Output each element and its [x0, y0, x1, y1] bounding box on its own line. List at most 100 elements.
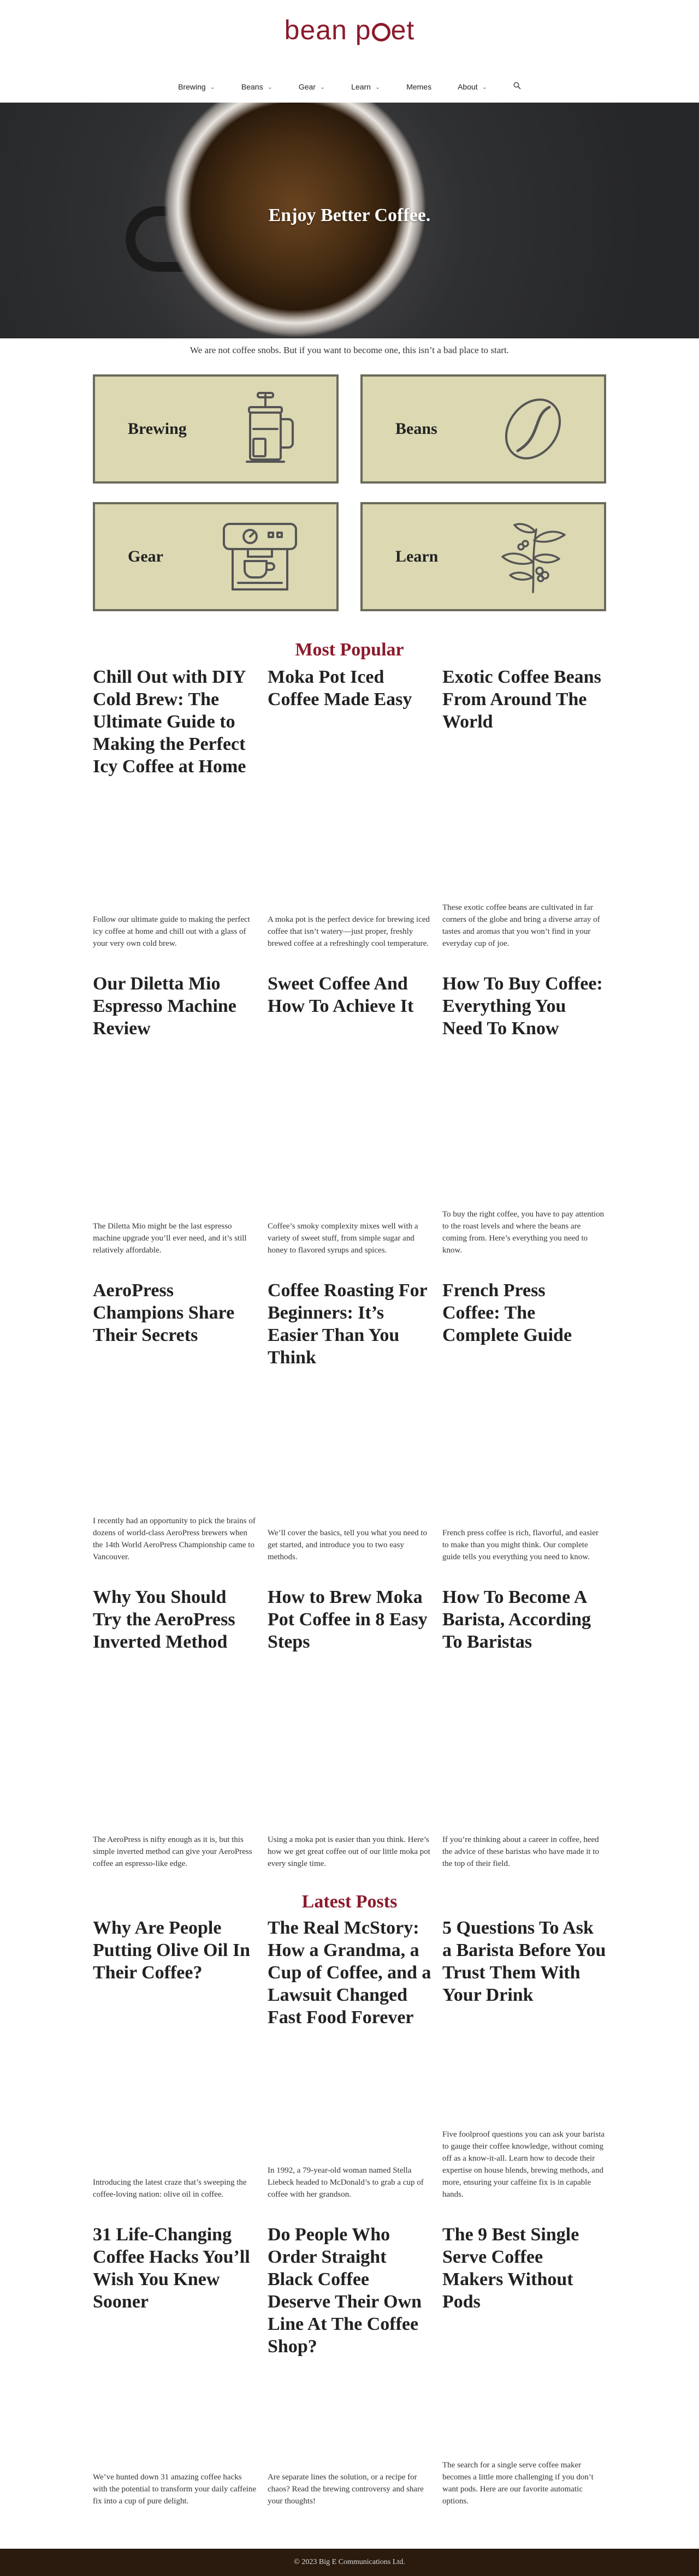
post-title-link[interactable]: Why Are People Putting Olive Oil In Thei… — [93, 1916, 257, 1984]
post-title-link[interactable]: Why You Should Try the AeroPress Inverte… — [93, 1585, 257, 1653]
post-excerpt: The AeroPress is nifty enough as it is, … — [93, 1835, 252, 1868]
hero-banner: Enjoy Better Coffee. — [0, 103, 699, 338]
post-excerpt: Coffee’s smoky complexity mixes well wit… — [268, 1222, 418, 1255]
post-excerpt: If you’re thinking about a career in cof… — [442, 1835, 599, 1868]
logo-text-right: et — [390, 15, 415, 45]
post-title-link[interactable]: French Press Coffee: The Complete Guide — [442, 1278, 606, 1346]
post-card: How To Become A Barista, According To Ba… — [442, 1585, 606, 1892]
post-title-link[interactable]: How to Brew Moka Pot Coffee in 8 Easy St… — [268, 1585, 431, 1653]
copyright-text: © 2023 Big E Communications Ltd. — [294, 2558, 405, 2566]
nav-item-label: Learn — [351, 82, 371, 91]
post-excerpt: I recently had an opportunity to pick th… — [93, 1517, 256, 1561]
chevron-down-icon: ⌄ — [319, 84, 325, 91]
most-popular-title: Most Popular — [295, 640, 404, 660]
post-card-spacer — [442, 2006, 606, 2128]
post-card: French Press Coffee: The Complete Guide F… — [442, 1278, 606, 1585]
post-card: Our Diletta Mio Espresso Machine Review T… — [93, 971, 257, 1278]
post-title-link[interactable]: Coffee Roasting For Beginners: It’s Easi… — [268, 1278, 431, 1369]
post-card-spacer — [268, 711, 431, 914]
post-title-link[interactable]: 31 Life-Changing Coffee Hacks You’ll Wis… — [93, 2222, 257, 2313]
post-card-spacer — [442, 1653, 606, 1834]
post-card: The 9 Best Single Serve Coffee Makers Wi… — [442, 2222, 606, 2529]
search-icon[interactable] — [500, 82, 534, 92]
tile-label: Brewing — [128, 420, 187, 438]
tile-beans[interactable]: Beans — [360, 374, 606, 484]
category-tiles: Brewing Beans Gear Learn — [93, 374, 606, 611]
post-card: Sweet Coffee And How To Achieve It Coffee… — [268, 971, 431, 1278]
post-card: Chill Out with DIY Cold Brew: The Ultima… — [93, 665, 257, 971]
chevron-down-icon: ⌄ — [375, 84, 381, 91]
post-card-spacer — [93, 2313, 257, 2471]
coffee-plant-icon — [501, 523, 566, 593]
post-card-spacer — [268, 1653, 431, 1834]
most-popular-grid: Chill Out with DIY Cold Brew: The Ultima… — [93, 665, 606, 1892]
post-excerpt: The search for a single serve coffee mak… — [442, 2461, 594, 2506]
tile-label: Gear — [128, 547, 163, 565]
post-card: The Real McStory: How a Grandma, a Cup o… — [268, 1916, 431, 2222]
nav-item-label: Memes — [406, 82, 432, 91]
post-title-link[interactable]: How To Become A Barista, According To Ba… — [442, 1585, 606, 1653]
post-card-spacer — [268, 1369, 431, 1527]
post-card: Exotic Coffee Beans From Around The Worl… — [442, 665, 606, 971]
post-card: How to Brew Moka Pot Coffee in 8 Easy St… — [268, 1585, 431, 1892]
espresso-machine-icon — [223, 523, 297, 591]
post-title-link[interactable]: AeroPress Champions Share Their Secrets — [93, 1278, 257, 1346]
post-excerpt: French press coffee is rich, flavorful, … — [442, 1529, 599, 1561]
nav-item-brewing[interactable]: Brewing ⌄ — [165, 82, 228, 91]
nav-item-learn[interactable]: Learn ⌄ — [338, 82, 393, 91]
nav-item-label: Brewing — [178, 82, 206, 91]
nav-item-memes[interactable]: Memes — [393, 82, 445, 91]
chevron-down-icon: ⌄ — [210, 84, 215, 91]
logo-coffee-ring-icon — [371, 23, 390, 41]
post-title-link[interactable]: Chill Out with DIY Cold Brew: The Ultima… — [93, 665, 257, 778]
site-logo[interactable]: bean p et — [285, 16, 415, 44]
post-title-link[interactable]: The Real McStory: How a Grandma, a Cup o… — [268, 1916, 431, 2029]
post-card-spacer — [442, 1040, 606, 1208]
post-title-link[interactable]: Our Diletta Mio Espresso Machine Review — [93, 971, 257, 1040]
post-excerpt: Five foolproof questions you can ask you… — [442, 2130, 605, 2199]
post-card-spacer — [93, 1984, 257, 2177]
post-excerpt: We’ve hunted down 31 amazing coffee hack… — [93, 2473, 257, 2506]
post-excerpt: A moka pot is the perfect device for bre… — [268, 915, 430, 948]
post-card: How To Buy Coffee: Everything You Need T… — [442, 971, 606, 1278]
tile-label: Learn — [395, 547, 439, 565]
post-title-link[interactable]: Sweet Coffee And How To Achieve It — [268, 971, 431, 1017]
post-title-link[interactable]: The 9 Best Single Serve Coffee Makers Wi… — [442, 2222, 606, 2313]
tile-label: Beans — [395, 420, 437, 438]
post-card-spacer — [93, 1653, 257, 1834]
post-card: Why You Should Try the AeroPress Inverte… — [93, 1585, 257, 1892]
post-excerpt: Are separate lines the solution, or a re… — [268, 2473, 424, 2506]
nav-item-beans[interactable]: Beans ⌄ — [228, 82, 286, 91]
post-excerpt: In 1992, a 79-year-old woman named Stell… — [268, 2166, 424, 2199]
post-card-spacer — [268, 1017, 431, 1220]
tile-gear[interactable]: Gear — [93, 502, 339, 611]
post-card: Moka Pot Iced Coffee Made Easy A moka pot… — [268, 665, 431, 971]
nav-item-gear[interactable]: Gear ⌄ — [286, 82, 338, 91]
post-title-link[interactable]: Do People Who Order Straight Black Coffe… — [268, 2222, 431, 2358]
tile-brewing[interactable]: Brewing — [93, 374, 339, 484]
post-card: Why Are People Putting Olive Oil In Thei… — [93, 1916, 257, 2222]
nav-item-label: About — [458, 82, 478, 91]
post-excerpt: The Diletta Mio might be the last espres… — [93, 1222, 247, 1255]
post-title-link[interactable]: Moka Pot Iced Coffee Made Easy — [268, 665, 431, 711]
tile-learn[interactable]: Learn — [360, 502, 606, 611]
post-card-spacer — [268, 2358, 431, 2471]
post-card-spacer — [93, 778, 257, 914]
coffee-bean-icon — [505, 398, 561, 460]
tagline: We are not coffee snobs. But if you want… — [190, 345, 509, 355]
nav-item-label: Beans — [241, 82, 263, 91]
post-title-link[interactable]: Exotic Coffee Beans From Around The Worl… — [442, 665, 606, 733]
post-title-link[interactable]: How To Buy Coffee: Everything You Need T… — [442, 971, 606, 1040]
nav-item-about[interactable]: About ⌄ — [445, 82, 500, 91]
post-title-link[interactable]: 5 Questions To Ask a Barista Before You … — [442, 1916, 606, 2006]
main-nav: Brewing ⌄ Beans ⌄ Gear ⌄ Learn ⌄ Memes About… — [0, 71, 699, 103]
latest-posts-title: Latest Posts — [301, 1892, 398, 1912]
post-card: Coffee Roasting For Beginners: It’s Easi… — [268, 1278, 431, 1585]
post-card-spacer — [442, 2313, 606, 2459]
site-header: bean p et — [0, 0, 699, 71]
post-card-spacer — [268, 2029, 431, 2164]
latest-posts-grid: Why Are People Putting Olive Oil In Thei… — [93, 1916, 606, 2529]
chevron-down-icon: ⌄ — [482, 84, 487, 91]
hero-title: Enjoy Better Coffee. — [268, 205, 431, 225]
post-card: AeroPress Champions Share Their Secrets I… — [93, 1278, 257, 1585]
